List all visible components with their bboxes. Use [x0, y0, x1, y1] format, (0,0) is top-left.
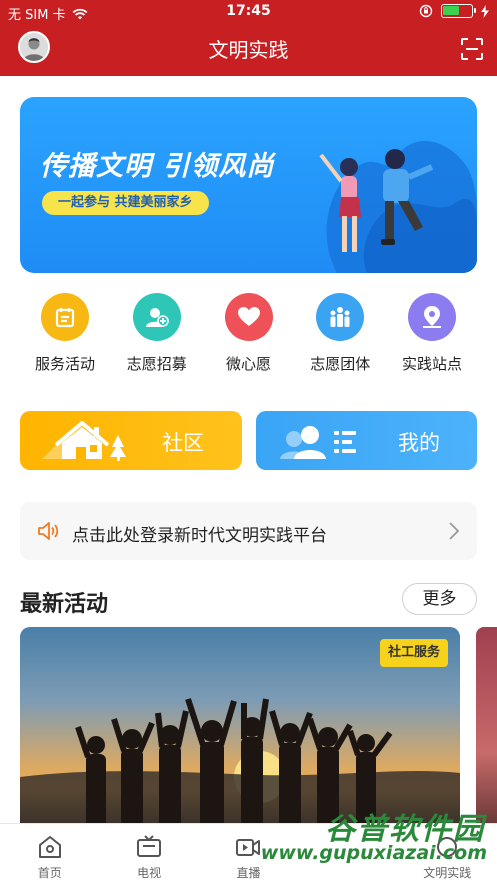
tab-tv[interactable]: 电视 — [99, 824, 198, 883]
notice-text: 点击此处登录新时代文明实践平台 — [72, 526, 327, 546]
quick-action-circle — [132, 293, 181, 341]
mine-card[interactable]: 我的 — [256, 411, 477, 470]
tab-live[interactable]: 直播 — [199, 824, 298, 883]
battery-icon — [441, 4, 476, 18]
mine-label: 我的 — [398, 431, 440, 455]
community-label: 社区 — [162, 431, 204, 455]
practice-icon — [437, 837, 458, 857]
blank-icon — [335, 834, 361, 860]
profile-card-icon — [280, 426, 356, 459]
quick-action-circle — [408, 293, 456, 341]
tab-label: 文明实践 — [423, 866, 472, 880]
video-icon — [236, 839, 261, 856]
charging-icon — [481, 4, 489, 18]
home-icon — [38, 836, 61, 858]
community-card[interactable]: 社区 — [20, 411, 242, 470]
activity-card[interactable]: 社工服务 — [20, 627, 460, 837]
quick-action-recruit[interactable]: 志愿招募 — [112, 293, 202, 383]
user-plus-icon — [145, 308, 169, 327]
activity-category-badge: 社工服务 — [379, 639, 448, 667]
banner-subtitle: 一起参与 共建美丽家乡 — [42, 191, 209, 215]
location-pin-icon — [423, 306, 441, 328]
quick-action-label: 实践站点 — [401, 355, 462, 373]
tab-home[interactable]: 首页 — [0, 824, 99, 883]
section-title: 最新活动 — [20, 592, 109, 617]
orientation-lock-icon — [419, 4, 433, 18]
quick-action-circle — [224, 293, 273, 341]
page-title: 文明实践 — [208, 38, 289, 62]
speaker-icon — [38, 522, 59, 540]
login-notice[interactable]: 点击此处登录新时代文明实践平台 — [20, 502, 477, 560]
quick-action-sites[interactable]: 实践站点 — [387, 293, 477, 383]
tab-blank[interactable] — [298, 824, 397, 883]
status-right — [419, 4, 489, 18]
banner-title: 传播文明 引领风尚 — [40, 151, 275, 182]
quick-action-label: 微心愿 — [225, 355, 271, 373]
scan-icon[interactable] — [461, 38, 483, 60]
banner-illustration — [319, 141, 477, 273]
group-icon — [330, 307, 350, 327]
heart-icon — [237, 307, 260, 326]
calendar-icon — [55, 308, 75, 328]
bottom-tab-bar: 首页 电视 直播 文明实践 — [0, 823, 497, 883]
quick-action-circle — [316, 293, 365, 341]
quick-action-groups[interactable]: 志愿团体 — [295, 293, 385, 383]
quick-action-label: 志愿招募 — [126, 355, 187, 373]
activity-card-next[interactable] — [476, 627, 497, 837]
quick-actions: 服务活动 志愿招募 微心愿 志愿团体 实践站点 — [20, 293, 477, 383]
tab-label: 首页 — [37, 866, 62, 880]
house-icon — [42, 421, 126, 461]
tab-practice[interactable]: 文明实践 — [398, 824, 497, 883]
quick-action-circle — [41, 293, 89, 341]
status-bar: 无 SIM 卡 17:45 — [0, 0, 497, 26]
quick-action-label: 志愿团体 — [310, 355, 371, 373]
promo-banner[interactable]: 传播文明 引领风尚 一起参与 共建美丽家乡 — [20, 97, 477, 273]
tab-label: 直播 — [236, 866, 261, 880]
tab-label: 电视 — [137, 866, 162, 880]
quick-action-wish[interactable]: 微心愿 — [204, 293, 294, 383]
chevron-right-icon — [449, 522, 459, 540]
battery-level — [443, 6, 460, 15]
tv-icon — [137, 835, 162, 857]
quick-action-service[interactable]: 服务活动 — [20, 293, 110, 383]
quick-action-label: 服务活动 — [34, 355, 95, 373]
app-header: 无 SIM 卡 17:45 文明实践 — [0, 0, 497, 76]
more-button[interactable]: 更多 — [402, 583, 477, 615]
